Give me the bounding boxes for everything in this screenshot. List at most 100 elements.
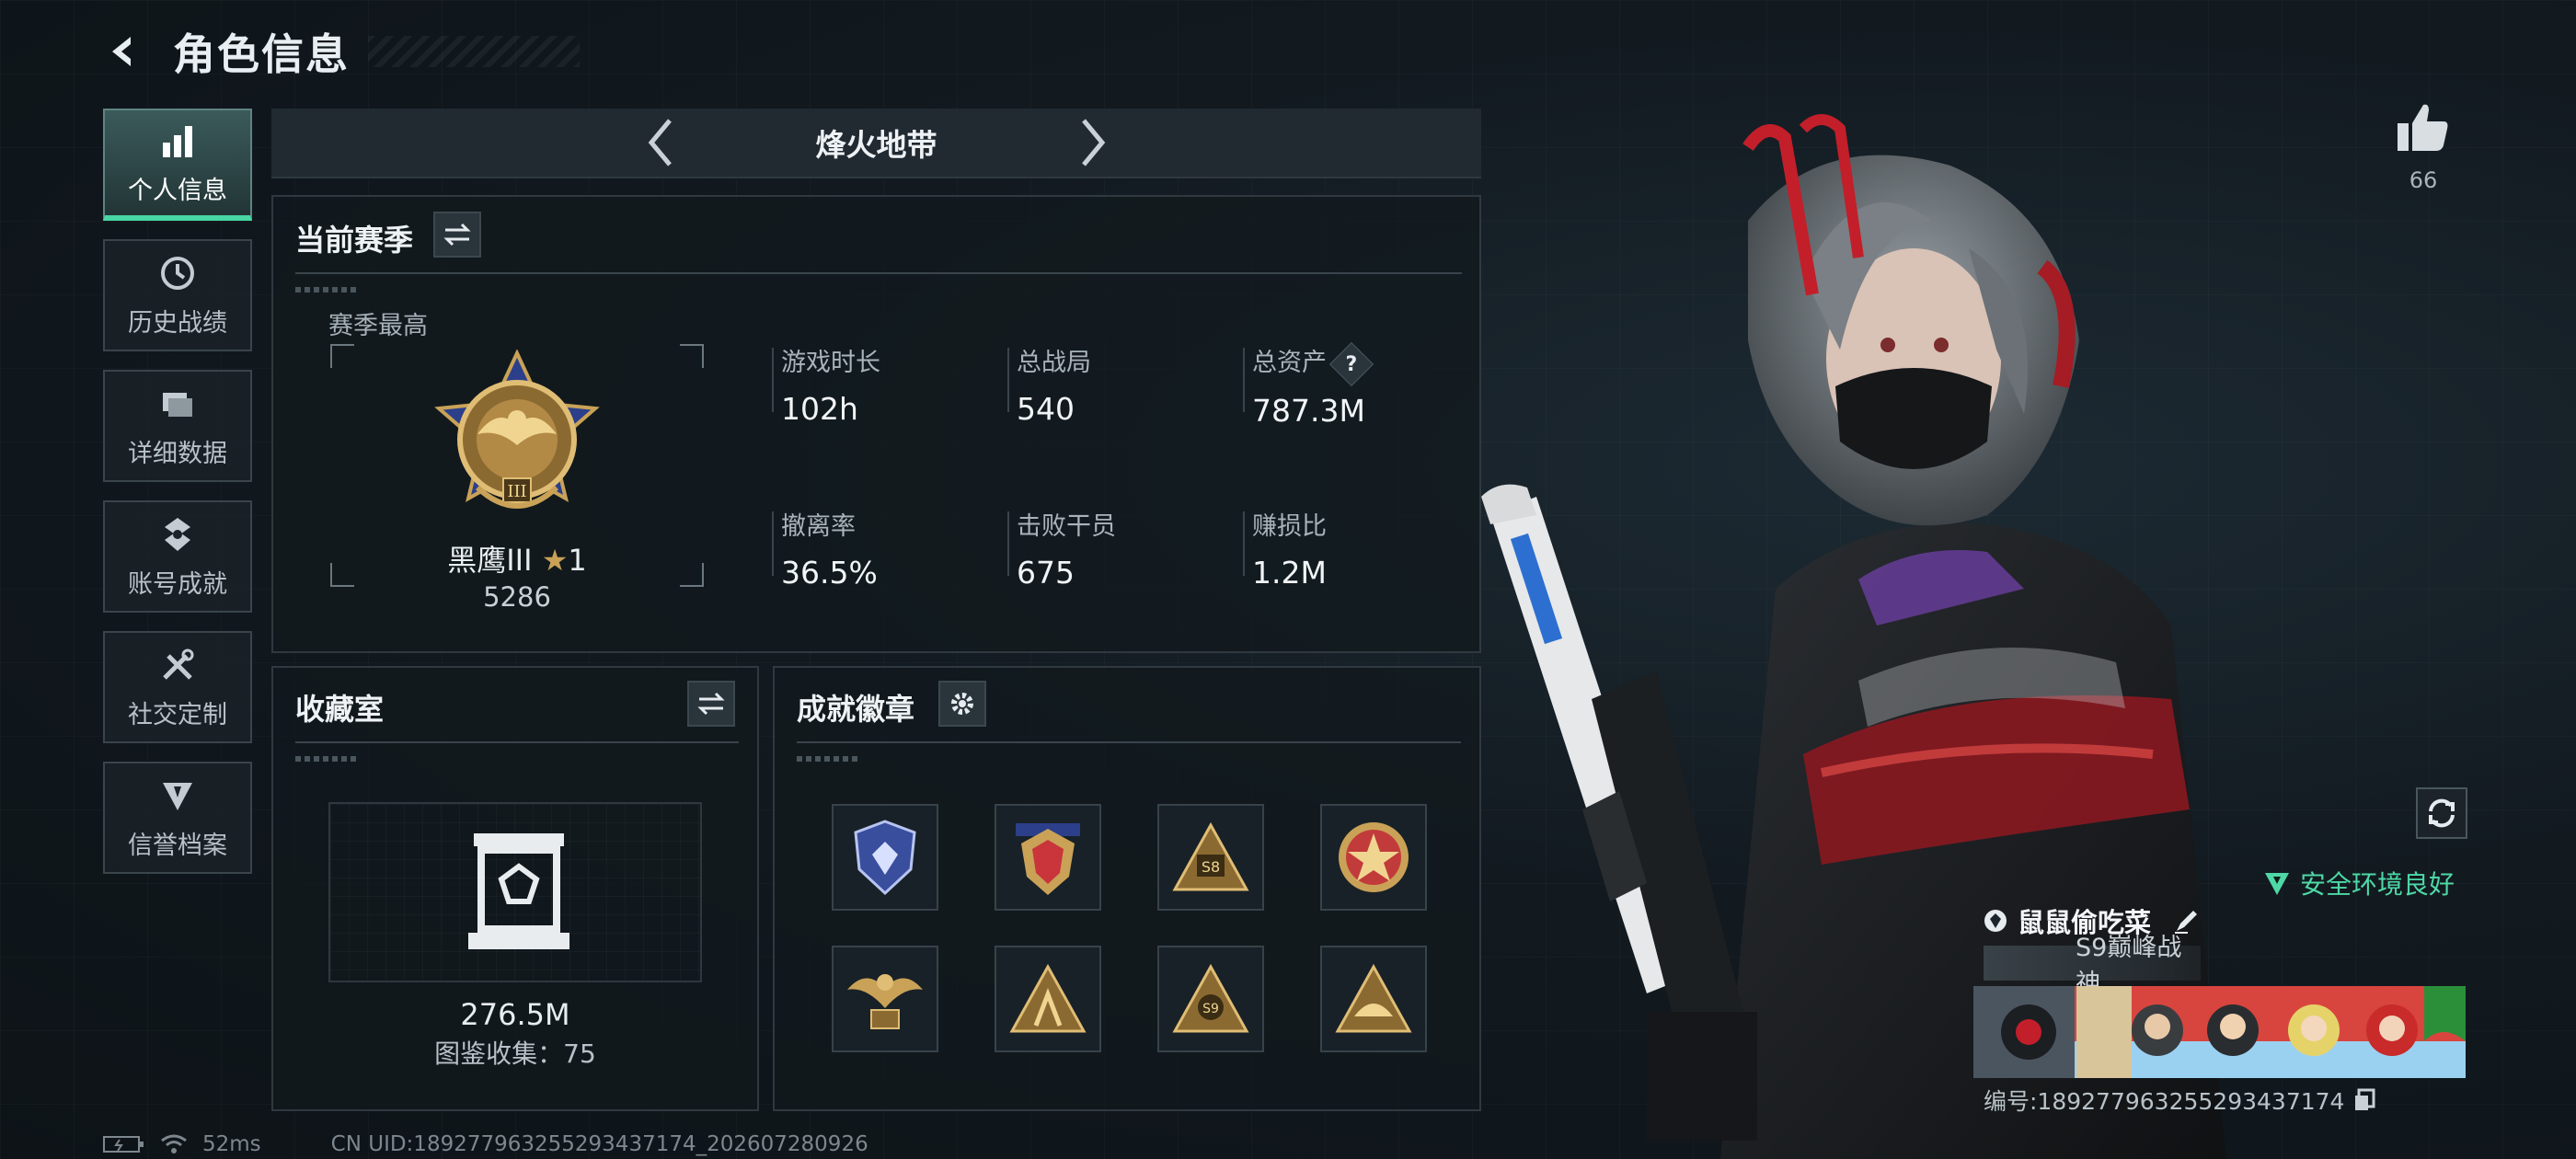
sidebar-item-social-custom[interactable]: 社交定制 — [103, 631, 252, 743]
player-emblem-banner — [1973, 986, 2466, 1078]
season-title: 当前赛季 — [295, 223, 414, 258]
stat-label-text: 总资产 — [1252, 349, 1327, 377]
badges-title: 成就徽章 — [797, 692, 915, 727]
back-button[interactable] — [101, 29, 145, 74]
stat-value: 102h — [781, 391, 858, 427]
divider-ticks — [295, 756, 360, 762]
stat-bar — [772, 511, 774, 576]
ping-text: 52ms — [202, 1132, 261, 1156]
season-switch-button[interactable] — [433, 212, 481, 258]
like-button[interactable]: 66 — [2392, 101, 2455, 193]
red-star-badge-icon — [1339, 822, 1409, 892]
badge-slot[interactable] — [1320, 804, 1427, 911]
display-case-icon — [468, 833, 569, 949]
season-panel: 当前赛季 赛季最高 III 黑鹰III ★1 5286 游戏时长 102h 总战… — [271, 195, 1481, 653]
sidebar-item-label: 详细数据 — [128, 439, 227, 468]
sidebar-item-history[interactable]: 历史战绩 — [103, 239, 252, 351]
medal-icon — [157, 514, 198, 555]
clock-icon — [157, 253, 198, 293]
eagle-badge-icon — [847, 974, 923, 1029]
rank-name-text: 黑鹰III — [447, 543, 533, 578]
rank-stars: 1 — [568, 543, 587, 578]
stat-total-matches: 总战局 540 — [1007, 342, 1091, 427]
refresh-icon — [2429, 798, 2455, 828]
copy-icon[interactable] — [2353, 1088, 2375, 1112]
safe-status-text: 安全环境良好 — [2300, 869, 2455, 900]
mode-selector: 烽火地带 — [271, 109, 1481, 178]
sidebar-item-label: 历史战绩 — [128, 308, 227, 338]
stat-label: 总资产? — [1252, 341, 1374, 386]
badges-divider — [797, 741, 1461, 743]
sidebar-item-personal-info[interactable]: 个人信息 — [103, 109, 252, 221]
swap-icon — [443, 223, 471, 247]
stat-extract-rate: 撤离率 36.5% — [772, 506, 878, 591]
badges-panel: 成就徽章 S8 S9 — [773, 666, 1481, 1111]
folder-icon — [157, 384, 198, 424]
sidebar-item-label: 个人信息 — [128, 176, 227, 205]
bar-chart-icon — [157, 120, 198, 161]
stat-label: 总战局 — [1017, 349, 1091, 377]
page-title: 角色信息 — [173, 29, 350, 79]
badge-slot[interactable] — [995, 946, 1101, 1052]
battery-icon — [103, 1136, 144, 1153]
sidebar-item-achievements[interactable]: 账号成就 — [103, 500, 252, 613]
badge-slot[interactable] — [1320, 946, 1427, 1052]
shield-icon — [157, 775, 198, 816]
stat-play-time: 游戏时长 102h — [772, 342, 880, 427]
stat-bar — [772, 348, 774, 412]
prev-mode-button[interactable] — [641, 115, 678, 170]
player-badge-icon — [1984, 910, 2007, 932]
collection-switch-button[interactable] — [687, 681, 735, 727]
sidebar: 个人信息 历史战绩 详细数据 账号成就 社交定制 信誉档案 — [103, 109, 252, 874]
tools-icon — [157, 645, 198, 685]
s8-badge-icon: S8 — [1172, 821, 1249, 891]
frame-corner — [330, 344, 354, 368]
frame-corner — [680, 344, 704, 368]
badge-slot[interactable] — [832, 804, 938, 911]
chevron-left-icon — [648, 119, 672, 166]
black-eagle-rank-icon: III — [434, 350, 600, 509]
collection-panel: 收藏室 276.5M 图鉴收集：75 — [271, 666, 759, 1111]
player-id-row: 编号:1892779632552934371​74 — [1984, 1084, 2375, 1117]
s9-badge-icon: S9 — [1172, 963, 1249, 1033]
shield-badge-icon — [854, 820, 916, 896]
rank-score: 5286 — [483, 581, 551, 613]
thumbs-up-icon — [2398, 104, 2448, 151]
badge-slot[interactable]: S9 — [1157, 946, 1264, 1052]
sidebar-item-label: 信誉档案 — [128, 831, 227, 860]
help-button[interactable]: ? — [1328, 341, 1374, 386]
stat-value: 540 — [1017, 391, 1075, 427]
svg-text:III: III — [507, 482, 526, 501]
stat-label: 游戏时长 — [781, 349, 880, 377]
collection-display[interactable] — [328, 802, 702, 982]
stat-value: 36.5% — [781, 555, 878, 591]
badges-settings-button[interactable] — [938, 681, 986, 727]
collection-divider — [295, 741, 739, 743]
gear-icon — [951, 693, 973, 715]
stat-bar — [1243, 348, 1245, 412]
rank-name: 黑鹰III ★1 — [330, 537, 704, 580]
help-icon: ? — [1345, 351, 1358, 375]
svg-text:S9: S9 — [1202, 1002, 1219, 1016]
stat-label: 击败干员 — [1017, 512, 1116, 541]
badge-slot[interactable] — [832, 946, 938, 1052]
badge-slot[interactable] — [995, 804, 1101, 911]
mode-title: 烽火地带 — [815, 127, 937, 163]
safe-shield-icon — [2265, 873, 2289, 895]
badge-slot[interactable]: S8 — [1157, 804, 1264, 911]
refresh-button[interactable] — [2416, 787, 2467, 839]
gold-triangle-badge-icon — [1009, 963, 1087, 1033]
stat-label: 撤离率 — [781, 512, 856, 541]
swap-icon — [697, 692, 725, 716]
back-arrow-icon — [112, 37, 131, 66]
gold-ship-badge-icon — [1335, 963, 1412, 1033]
player-title-badge: S9巅峰战神 — [1984, 934, 2201, 998]
stat-total-assets: 总资产? 787.3M — [1243, 341, 1374, 429]
title-decoration — [368, 36, 580, 67]
uid-text: CN UID:1892779632552934371​74_2026072809… — [330, 1132, 868, 1156]
stat-label: 赚损比 — [1252, 512, 1327, 541]
red-gold-badge-icon — [1016, 823, 1080, 895]
sidebar-item-detail-data[interactable]: 详细数据 — [103, 370, 252, 482]
next-mode-button[interactable] — [1075, 115, 1112, 170]
sidebar-item-credit-record[interactable]: 信誉档案 — [103, 762, 252, 874]
